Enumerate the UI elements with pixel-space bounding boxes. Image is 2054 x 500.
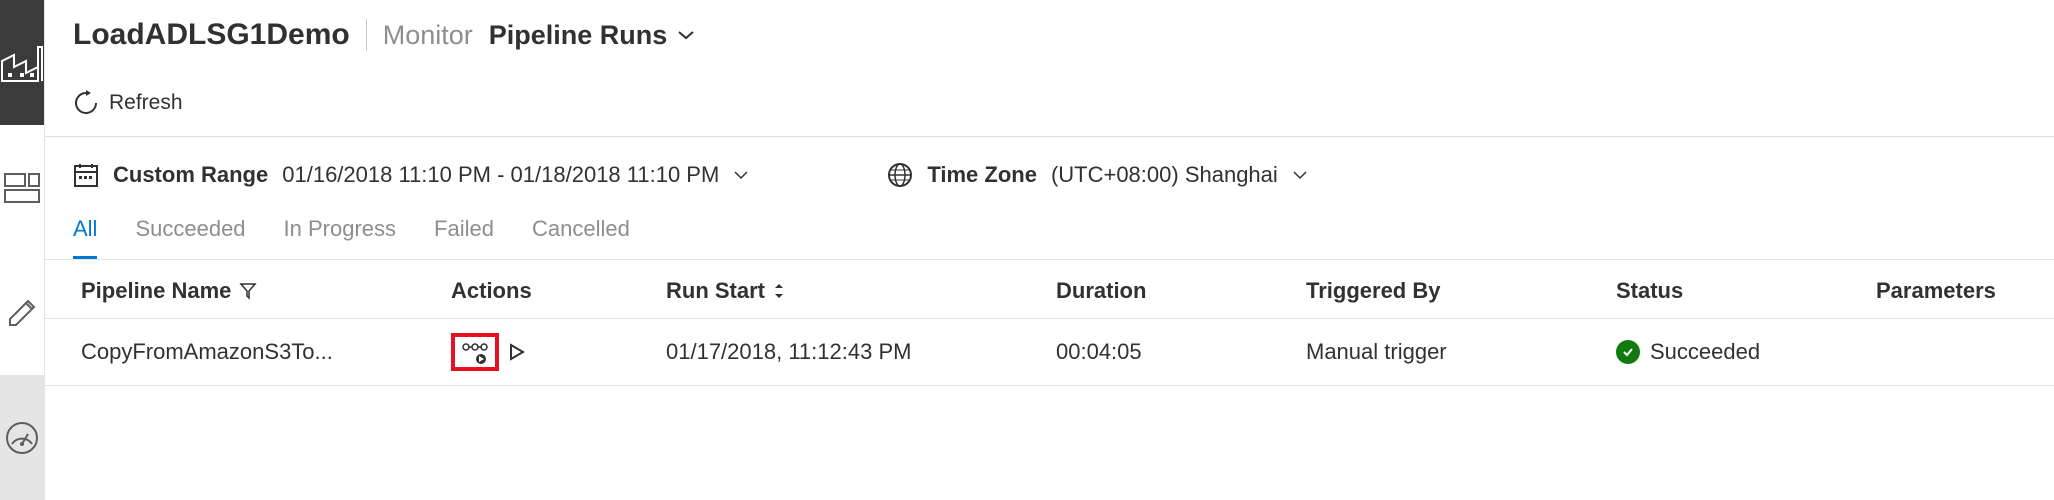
nav-factory-button[interactable] [0,0,44,125]
col-header-name-label: Pipeline Name [81,278,231,304]
page-title: LoadADLSG1Demo [73,18,350,52]
nav-overview-button[interactable] [0,125,44,250]
tab-succeeded[interactable]: Succeeded [135,206,245,259]
dashboard-icon [4,173,40,203]
cell-runstart: 01/17/2018, 11:12:43 PM [666,339,1056,365]
rerun-button[interactable] [505,341,527,363]
col-header-runstart[interactable]: Run Start [666,278,1056,304]
timezone-filter[interactable]: Time Zone (UTC+08:00) Shanghai [887,162,1307,188]
col-header-actions: Actions [451,278,666,304]
tab-all[interactable]: All [73,206,97,259]
pencil-icon [6,297,38,329]
gauge-icon [4,420,40,456]
view-dropdown[interactable]: Pipeline Runs [489,20,696,51]
chevron-down-icon [677,30,695,40]
tab-cancelled[interactable]: Cancelled [532,206,630,259]
table-row[interactable]: CopyFromAmazonS3To... [45,319,2054,386]
activity-runs-icon [461,341,489,365]
success-icon [1616,340,1640,364]
header-section: Monitor [383,20,473,51]
view-dropdown-label: Pipeline Runs [489,20,668,51]
nav-rail [0,0,45,500]
view-activity-runs-button[interactable] [451,333,499,371]
tab-failed[interactable]: Failed [434,206,494,259]
cell-trigger: Manual trigger [1306,339,1616,365]
col-header-params[interactable]: Parameters [1876,278,2054,304]
col-header-duration[interactable]: Duration [1056,278,1306,304]
chevron-down-icon [733,170,749,180]
date-range-value: 01/16/2018 11:10 PM - 01/18/2018 11:10 P… [282,162,719,188]
refresh-label: Refresh [109,91,183,115]
timezone-value: (UTC+08:00) Shanghai [1051,162,1278,188]
main-content: LoadADLSG1Demo Monitor Pipeline Runs Ref… [45,0,2054,500]
cell-status: Succeeded [1616,339,1876,365]
date-range-filter[interactable]: Custom Range 01/16/2018 11:10 PM - 01/18… [73,162,749,188]
col-header-trigger[interactable]: Triggered By [1306,278,1616,304]
runs-table: Pipeline Name Actions Run Start Duration… [45,260,2054,386]
timezone-label: Time Zone [927,162,1037,188]
cell-pipeline-name: CopyFromAmazonS3To... [81,339,451,365]
col-header-name[interactable]: Pipeline Name [81,278,451,304]
factory-icon [0,43,44,83]
globe-icon [887,162,913,188]
header-divider [366,19,367,51]
tab-inprogress[interactable]: In Progress [284,206,397,259]
col-header-status[interactable]: Status [1616,278,1876,304]
toolbar: Refresh [45,80,2054,136]
status-text: Succeeded [1650,339,1760,365]
page-header: LoadADLSG1Demo Monitor Pipeline Runs [45,0,2054,80]
filter-bar: Custom Range 01/16/2018 11:10 PM - 01/18… [45,137,2054,206]
nav-author-button[interactable] [0,250,44,375]
nav-monitor-button[interactable] [0,375,44,500]
refresh-icon [73,90,99,116]
filter-icon [239,282,257,300]
table-header: Pipeline Name Actions Run Start Duration… [45,260,2054,319]
cell-actions [451,333,666,371]
col-header-runstart-label: Run Start [666,278,765,304]
status-tabs: All Succeeded In Progress Failed Cancell… [45,206,2054,260]
date-range-label: Custom Range [113,162,268,188]
sort-icon [773,283,785,299]
chevron-down-icon [1292,170,1308,180]
calendar-icon [73,162,99,188]
refresh-button[interactable]: Refresh [73,90,183,116]
cell-duration: 00:04:05 [1056,339,1306,365]
